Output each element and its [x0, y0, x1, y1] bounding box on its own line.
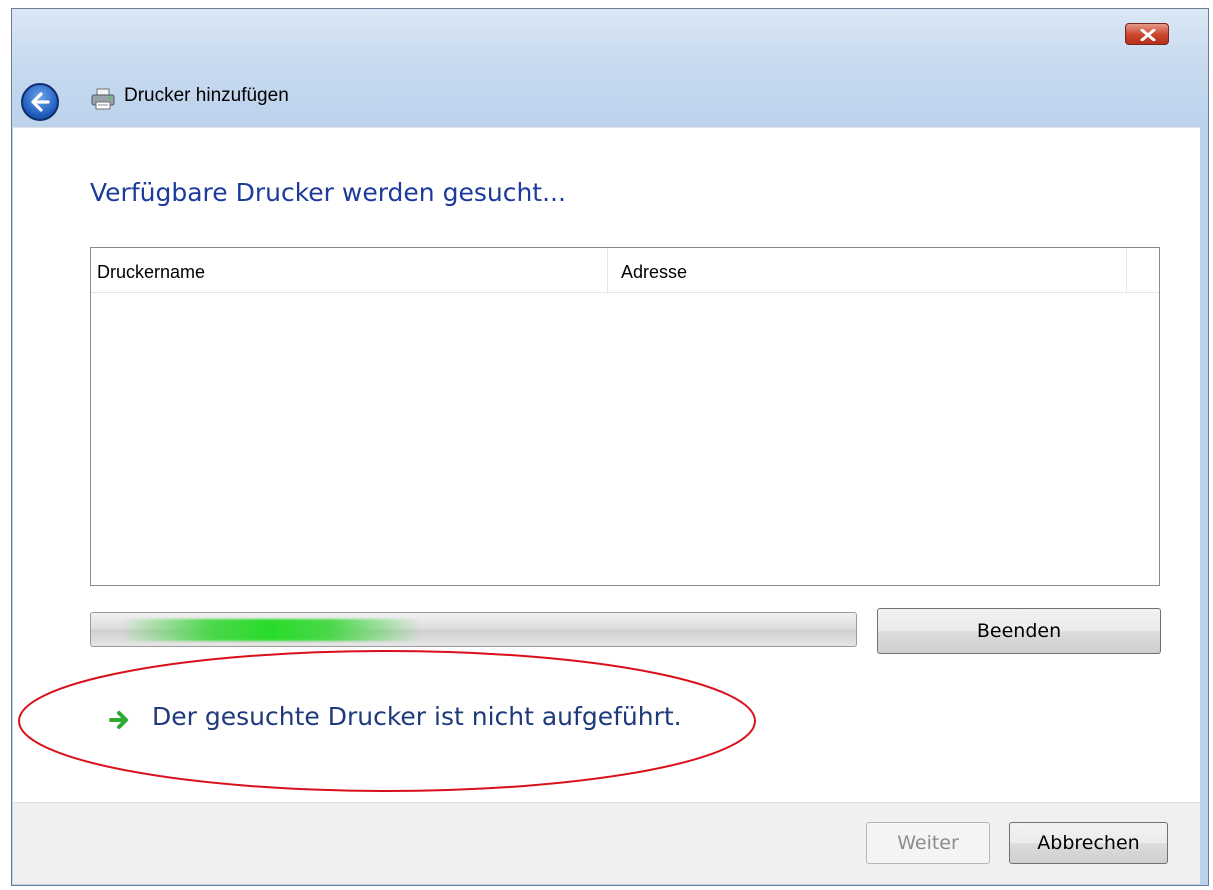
close-button[interactable]	[1125, 23, 1169, 45]
list-header: Druckername Adresse	[91, 248, 1159, 293]
progress-glow	[121, 619, 421, 641]
column-header-filler	[1127, 248, 1159, 292]
printer-not-listed-label[interactable]: Der gesuchte Drucker ist nicht aufgeführ…	[152, 702, 682, 731]
window-title: Drucker hinzufügen	[124, 85, 289, 106]
cancel-button[interactable]: Abbrechen	[1009, 822, 1168, 864]
stop-button[interactable]: Beenden	[877, 608, 1161, 654]
printer-icon	[91, 88, 115, 110]
page-heading: Verfügbare Drucker werden gesucht...	[90, 178, 566, 207]
background-strip	[0, 0, 1213, 8]
next-button[interactable]: Weiter	[866, 822, 990, 864]
column-header-druckername[interactable]: Druckername	[91, 248, 608, 292]
search-progress-bar	[90, 612, 857, 647]
close-icon	[1140, 29, 1156, 41]
back-arrow-icon	[31, 92, 50, 112]
green-arrow-icon	[109, 711, 128, 729]
printer-list[interactable]: Druckername Adresse	[90, 247, 1160, 586]
column-header-adresse[interactable]: Adresse	[608, 248, 1127, 292]
back-button[interactable]	[21, 83, 59, 121]
